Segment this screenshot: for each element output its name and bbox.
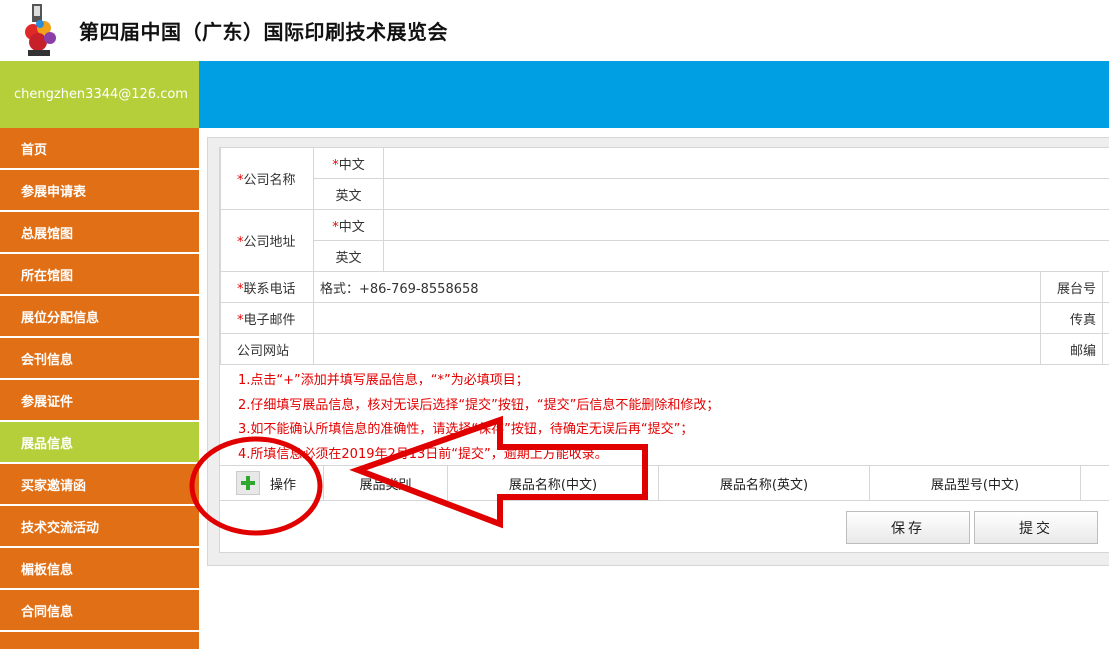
plus-icon: [241, 476, 255, 490]
company-address-cn-input[interactable]: [383, 209, 1109, 241]
fax-label: 传真: [1040, 302, 1103, 334]
save-button[interactable]: 保存: [846, 511, 970, 544]
col-category: 展品类别: [324, 466, 448, 500]
company-name-label: *公司名称: [220, 147, 314, 210]
instruction-line: 2.仔细填写展品信息，核对无误后选择“提交”按钮，“提交”后信息不能删除和修改；: [238, 397, 720, 413]
page-header: 第四届中国（广东）国际印刷技术展览会: [0, 0, 1109, 61]
company-address-label: *公司地址: [220, 209, 314, 272]
email-label: *电子邮件: [220, 302, 314, 334]
submit-button[interactable]: 提交: [974, 511, 1098, 544]
company-info-table: *公司名称 *中文 英文 *公司地址 *中文 英文 *联系电话 格式：+86-7…: [220, 147, 1109, 365]
website-input[interactable]: [313, 333, 1041, 365]
sidebar-item-fascia[interactable]: 楣板信息: [0, 548, 199, 590]
website-label: 公司网站: [220, 333, 314, 365]
sidebar-item-buyer-invitation[interactable]: 买家邀请函: [0, 464, 199, 506]
instruction-line: 4.所填信息必须在2019年2月13日前“提交”，逾期上方能收录。: [238, 446, 608, 462]
instructions: 1.点击“+”添加并填写展品信息，“*”为必填项目； 2.仔细填写展品信息，核对…: [238, 369, 719, 467]
company-address-cn-label: *中文: [313, 209, 384, 241]
user-email: chengzhen3344@126.com: [0, 61, 199, 128]
company-name-en-label: 英文: [313, 178, 384, 210]
company-address-en-label: 英文: [313, 240, 384, 272]
company-name-cn-input[interactable]: [383, 147, 1109, 179]
company-name-cn-label: *中文: [313, 147, 384, 179]
page-title: 第四届中国（广东）国际印刷技术展览会: [79, 20, 448, 44]
sidebar: 首页 参展申请表 总展馆图 所在馆图 展位分配信息 会刊信息 参展证件 展品信息…: [0, 128, 199, 649]
booth-no-input[interactable]: [1102, 271, 1109, 303]
sidebar-item-my-hall[interactable]: 所在馆图: [0, 254, 199, 296]
company-name-en-input[interactable]: [383, 178, 1109, 210]
company-address-en-input[interactable]: [383, 240, 1109, 272]
col-actions-label: 操作: [270, 477, 297, 493]
col-name-en: 展品名称(英文): [659, 466, 870, 500]
sidebar-item-badges[interactable]: 参展证件: [0, 380, 199, 422]
phone-input[interactable]: 格式：+86-769-8558658: [313, 271, 1041, 303]
email-input[interactable]: [313, 302, 1041, 334]
sidebar-item-application[interactable]: 参展申请表: [0, 170, 199, 212]
sidebar-item-catalogue[interactable]: 会刊信息: [0, 338, 199, 380]
col-actions: 操作: [220, 466, 324, 500]
instruction-line: 3.如不能确认所填信息的准确性，请选择“保存”按钮，待确定无误后再“提交”；: [238, 422, 694, 437]
fax-input[interactable]: [1102, 302, 1109, 334]
col-model-cn: 展品型号(中文): [870, 466, 1081, 500]
sidebar-item-booth-allocation[interactable]: 展位分配信息: [0, 296, 199, 338]
sidebar-item-contract[interactable]: 合同信息: [0, 590, 199, 632]
expo-logo: [25, 4, 56, 56]
postcode-label: 邮编: [1040, 333, 1103, 365]
product-form: *公司名称 *中文 英文 *公司地址 *中文 英文 *联系电话 格式：+86-7…: [219, 147, 1109, 553]
col-name-cn: 展品名称(中文): [448, 466, 659, 500]
sidebar-item-products[interactable]: 展品信息: [0, 422, 199, 464]
products-table-header: 操作 展品类别 展品名称(中文) 展品名称(英文) 展品型号(中文): [220, 465, 1109, 501]
booth-no-label: 展台号: [1040, 271, 1103, 303]
sidebar-item-home[interactable]: 首页: [0, 128, 199, 170]
top-banner: [199, 61, 1109, 128]
postcode-input[interactable]: [1102, 333, 1109, 365]
phone-label: *联系电话: [220, 271, 314, 303]
sidebar-item-hall-map[interactable]: 总展馆图: [0, 212, 199, 254]
add-product-button[interactable]: [236, 471, 260, 495]
sidebar-item-tech-events[interactable]: 技术交流活动: [0, 506, 199, 548]
instruction-line: 1.点击“+”添加并填写展品信息，“*”为必填项目；: [238, 373, 529, 388]
